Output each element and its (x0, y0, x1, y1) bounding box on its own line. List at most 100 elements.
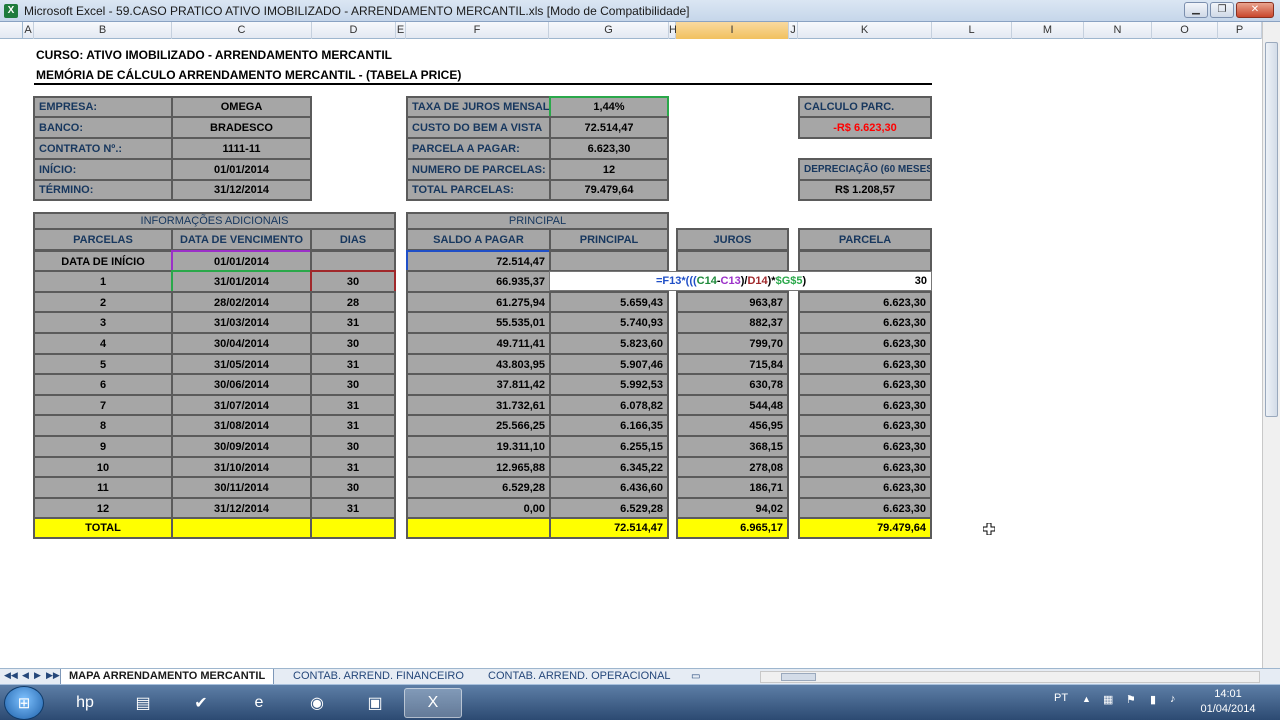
language-indicator[interactable]: PT (1054, 692, 1068, 704)
excel-recover-icon[interactable]: ▣ (346, 688, 404, 718)
col-header-m[interactable]: M (1012, 22, 1084, 39)
start-button[interactable]: ⊞ (4, 686, 44, 720)
hp-icon[interactable]: hp (56, 688, 114, 718)
vencimento-date[interactable]: 31/03/2014 (171, 311, 312, 334)
dias-value[interactable]: 30 (310, 270, 396, 293)
excel-taskbar-icon[interactable]: X (404, 688, 462, 718)
tab-contab-operacional[interactable]: CONTAB. ARREND. OPERACIONAL (480, 669, 679, 684)
juros-value[interactable]: 882,37 (676, 311, 789, 334)
parcela-number[interactable]: 11 (33, 476, 173, 499)
col-header-l[interactable]: L (932, 22, 1012, 39)
col-header-i[interactable]: I (676, 22, 789, 39)
vertical-scrollbar[interactable] (1262, 22, 1280, 668)
col-header-o[interactable]: O (1152, 22, 1218, 39)
empresa-value[interactable]: OMEGA (171, 96, 312, 118)
col-header-a[interactable]: A (23, 22, 34, 39)
principal-header[interactable]: PRINCIPAL (549, 228, 669, 251)
saldo-value[interactable]: 55.535,01 (406, 311, 551, 334)
total-date[interactable] (171, 517, 312, 539)
banco-value[interactable]: BRADESCO (171, 116, 312, 139)
tray-flag-icon[interactable]: ⚑ (1126, 693, 1136, 706)
vencimento-date[interactable]: 30/04/2014 (171, 332, 312, 355)
col-header-p[interactable]: P (1218, 22, 1262, 39)
data-vencimento-header[interactable]: DATA DE VENCIMENTO (171, 228, 312, 251)
total-parcelas-label[interactable]: TOTAL PARCELAS: (406, 179, 551, 201)
total-principal[interactable]: 72.514,47 (549, 517, 669, 539)
inicio-label[interactable]: INÍCIO: (33, 158, 173, 181)
parcela-number[interactable]: 8 (33, 414, 173, 437)
parcela-value[interactable]: 6.623,30 (798, 311, 932, 334)
juros-value[interactable]: 186,71 (676, 476, 789, 499)
juros-value[interactable]: 368,15 (676, 435, 789, 458)
internet-explorer-icon[interactable]: e (230, 688, 288, 718)
juros-value[interactable]: 456,95 (676, 414, 789, 437)
col-header-n[interactable]: N (1084, 22, 1152, 39)
empresa-label[interactable]: EMPRESA: (33, 96, 173, 118)
tab-nav-last-icon[interactable]: ▶▶ (46, 670, 60, 681)
col-header-e[interactable]: E (396, 22, 406, 39)
calculo-parc-label[interactable]: CALCULO PARC. (798, 96, 932, 118)
dias-value[interactable]: 30 (310, 435, 396, 458)
parcela-value[interactable]: 6.623,30 (798, 332, 932, 355)
termino-label[interactable]: TÉRMINO: (33, 179, 173, 201)
col-header-f[interactable]: F (406, 22, 549, 39)
parcela-value[interactable]: 6.623,30 (798, 476, 932, 499)
parcela-label[interactable]: PARCELA A PAGAR: (406, 137, 551, 160)
col-header-c[interactable]: C (172, 22, 312, 39)
parcela-value[interactable]: 6.623,30 (798, 435, 932, 458)
custo-value[interactable]: 72.514,47 (549, 116, 669, 139)
col-header-j[interactable]: J (789, 22, 798, 39)
calculo-parc-value[interactable]: -R$ 6.623,30 (798, 116, 932, 139)
tab-nav-prev-icon[interactable]: ◀ (22, 670, 29, 681)
col-header-k[interactable]: K (798, 22, 932, 39)
total-parcela[interactable]: 79.479,64 (798, 517, 932, 539)
principal-value[interactable]: 5.823,60 (549, 332, 669, 355)
dias-value[interactable]: 31 (310, 311, 396, 334)
total-parcelas-value[interactable]: 79.479,64 (549, 179, 669, 201)
minimize-button[interactable]: ▁ (1184, 2, 1208, 18)
vencimento-date[interactable]: 31/01/2014 (171, 270, 312, 293)
principal-value[interactable]: 6.255,15 (549, 435, 669, 458)
parcela-value[interactable]: 6.623,30 (549, 137, 669, 160)
total-juros[interactable]: 6.965,17 (676, 517, 789, 539)
tray-icon-1[interactable]: ▦ (1103, 693, 1113, 706)
taxa-value[interactable]: 1,44% (549, 96, 669, 118)
parcela-number[interactable]: 1 (33, 270, 173, 293)
dias-value[interactable]: 31 (310, 414, 396, 437)
total-saldo[interactable] (406, 517, 551, 539)
parcela-header[interactable]: PARCELA (798, 228, 932, 251)
juros-value[interactable]: 799,70 (676, 332, 789, 355)
principal-value[interactable]: 5.992,53 (549, 373, 669, 396)
saldo-value[interactable]: 19.311,10 (406, 435, 551, 458)
vencimento-date[interactable]: 30/06/2014 (171, 373, 312, 396)
dias-value[interactable]: 30 (310, 476, 396, 499)
contrato-value[interactable]: 1111-11 (171, 137, 312, 160)
numero-parcelas-value[interactable]: 12 (549, 158, 669, 181)
horizontal-scroll-thumb[interactable] (781, 673, 816, 681)
tray-volume-icon[interactable]: ♪ (1170, 693, 1176, 705)
banco-label[interactable]: BANCO: (33, 116, 173, 139)
vencimento-date[interactable]: 31/08/2014 (171, 414, 312, 437)
contrato-label[interactable]: CONTRATO Nº.: (33, 137, 173, 160)
dias-value[interactable]: 30 (310, 332, 396, 355)
tab-contab-financeiro[interactable]: CONTAB. ARREND. FINANCEIRO (285, 669, 472, 684)
horizontal-scrollbar[interactable] (760, 671, 1260, 683)
saldo-value[interactable]: 37.811,42 (406, 373, 551, 396)
juros-header[interactable]: JUROS (676, 228, 789, 251)
chrome-icon[interactable]: ◉ (288, 688, 346, 718)
col-header-d[interactable]: D (312, 22, 396, 39)
principal-value[interactable]: 6.166,35 (549, 414, 669, 437)
parcela-number[interactable]: 9 (33, 435, 173, 458)
saldo-header[interactable]: SALDO A PAGAR (406, 228, 551, 251)
tray-network-icon[interactable]: ▮ (1150, 693, 1156, 706)
custo-label[interactable]: CUSTO DO BEM A VISTA (406, 116, 551, 139)
insert-sheet-icon[interactable]: ▭ (683, 669, 708, 684)
show-hidden-icons[interactable]: ▲ (1082, 694, 1091, 704)
parcela-number[interactable]: 6 (33, 373, 173, 396)
parcela-number[interactable]: 3 (33, 311, 173, 334)
vencimento-date[interactable]: 30/09/2014 (171, 435, 312, 458)
formula-edit-cell[interactable]: =F13*(((C14- C13)/D14)* $G$5) 30 (549, 271, 932, 291)
vencimento-date[interactable]: 30/11/2014 (171, 476, 312, 499)
parcela-value[interactable]: 6.623,30 (798, 414, 932, 437)
tab-mapa-arrendamento[interactable]: MAPA ARRENDAMENTO MERCANTIL (60, 669, 275, 684)
